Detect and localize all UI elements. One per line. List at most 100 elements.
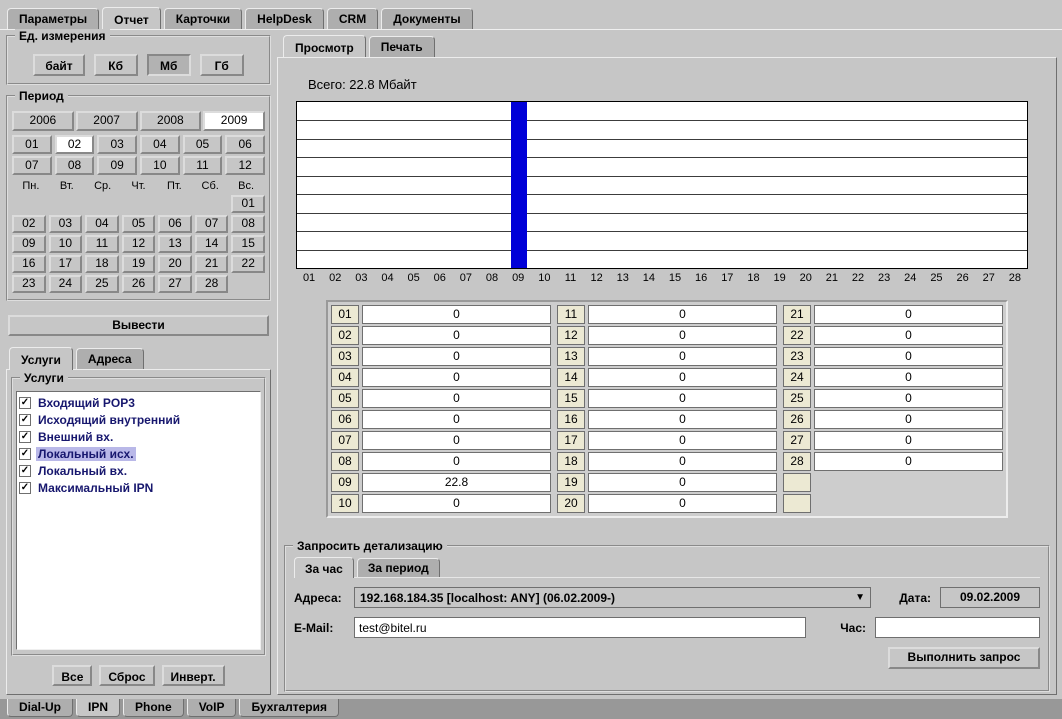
- calendar-day-21[interactable]: 21: [195, 255, 229, 273]
- address-combobox[interactable]: 192.168.184.35 [localhost: ANY] (06.02.2…: [354, 587, 871, 608]
- list-button-0[interactable]: Все: [52, 665, 92, 686]
- top-tab-4[interactable]: CRM: [327, 8, 378, 29]
- service-item-4[interactable]: ✓Локальный вх.: [18, 462, 259, 479]
- table-group: 230: [783, 347, 1003, 366]
- calendar-day-19[interactable]: 19: [122, 255, 156, 273]
- service-item-1[interactable]: ✓Исходящий внутренний: [18, 411, 259, 428]
- calendar-day-26[interactable]: 26: [122, 275, 156, 293]
- filter-tab-0[interactable]: Услуги: [9, 347, 73, 370]
- calendar-day-22[interactable]: 22: [231, 255, 265, 273]
- calendar-day-23[interactable]: 23: [12, 275, 46, 293]
- calendar-day-11[interactable]: 11: [85, 235, 119, 253]
- unit-button-2[interactable]: Мб: [147, 54, 191, 76]
- year-button-2009[interactable]: 2009: [203, 111, 265, 131]
- list-button-1[interactable]: Сброс: [99, 665, 154, 686]
- service-item-5[interactable]: ✓Максимальный IPN: [18, 479, 259, 496]
- unit-button-3[interactable]: Гб: [200, 54, 244, 76]
- execute-button[interactable]: Выполнить запрос: [888, 647, 1040, 669]
- date-field[interactable]: 09.02.2009: [940, 587, 1040, 608]
- table-group: 060: [331, 410, 551, 429]
- hour-cell: 18: [557, 452, 585, 471]
- unit-button-1[interactable]: Кб: [94, 54, 138, 76]
- year-button-2007[interactable]: 2007: [76, 111, 138, 131]
- table-row: 020120220: [331, 326, 1003, 345]
- calendar-day-14[interactable]: 14: [195, 235, 229, 253]
- bottom-tab-2[interactable]: Phone: [123, 699, 184, 717]
- top-tab-0[interactable]: Параметры: [7, 8, 99, 29]
- calendar-day-05[interactable]: 05: [122, 215, 156, 233]
- detail-tab-0[interactable]: За час: [294, 557, 354, 578]
- view-tab-1[interactable]: Печать: [369, 36, 435, 57]
- calendar-day-07[interactable]: 07: [195, 215, 229, 233]
- service-item-2[interactable]: ✓Внешний вх.: [18, 428, 259, 445]
- month-button-06[interactable]: 06: [225, 135, 265, 154]
- calendar-day-17[interactable]: 17: [49, 255, 83, 273]
- output-button[interactable]: Вывести: [8, 315, 269, 336]
- month-button-07[interactable]: 07: [12, 156, 52, 175]
- calendar-day-12[interactable]: 12: [122, 235, 156, 253]
- hour-cell: 02: [331, 326, 359, 345]
- month-button-05[interactable]: 05: [183, 135, 223, 154]
- checkbox-icon[interactable]: ✓: [19, 397, 31, 409]
- checkbox-icon[interactable]: ✓: [19, 482, 31, 494]
- month-button-01[interactable]: 01: [12, 135, 52, 154]
- unit-button-0[interactable]: байт: [33, 54, 84, 76]
- year-button-2006[interactable]: 2006: [12, 111, 74, 131]
- chart-slot-12: [584, 102, 610, 268]
- top-tab-1[interactable]: Отчет: [102, 7, 161, 30]
- month-button-04[interactable]: 04: [140, 135, 180, 154]
- checkbox-icon[interactable]: ✓: [19, 414, 31, 426]
- top-tab-3[interactable]: HelpDesk: [245, 8, 324, 29]
- service-item-0[interactable]: ✓Входящий POP3: [18, 394, 259, 411]
- value-cell: 0: [588, 389, 777, 408]
- month-button-09[interactable]: 09: [97, 156, 137, 175]
- calendar-day-06[interactable]: 06: [158, 215, 192, 233]
- bottom-tab-4[interactable]: Бухгалтерия: [239, 699, 339, 717]
- calendar-day-20[interactable]: 20: [158, 255, 192, 273]
- calendar-day-03[interactable]: 03: [49, 215, 83, 233]
- email-input[interactable]: [354, 617, 806, 638]
- month-button-12[interactable]: 12: [225, 156, 265, 175]
- calendar-day-04[interactable]: 04: [85, 215, 119, 233]
- calendar-day-27[interactable]: 27: [158, 275, 192, 293]
- month-button-03[interactable]: 03: [97, 135, 137, 154]
- calendar-day-13[interactable]: 13: [158, 235, 192, 253]
- calendar-day-25[interactable]: 25: [85, 275, 119, 293]
- services-list[interactable]: ✓Входящий POP3✓Исходящий внутренний✓Внеш…: [16, 391, 261, 650]
- calendar-day-16[interactable]: 16: [12, 255, 46, 273]
- calendar-day-02[interactable]: 02: [12, 215, 46, 233]
- month-button-11[interactable]: 11: [183, 156, 223, 175]
- table-group: 140: [557, 368, 777, 387]
- checkbox-icon[interactable]: ✓: [19, 465, 31, 477]
- calendar-day-09[interactable]: 09: [12, 235, 46, 253]
- month-button-02[interactable]: 02: [55, 135, 95, 154]
- x-tick-label: 01: [296, 272, 322, 284]
- view-tab-0[interactable]: Просмотр: [283, 35, 366, 58]
- bottom-tab-0[interactable]: Dial-Up: [7, 699, 73, 717]
- calendar-day-08[interactable]: 08: [231, 215, 265, 233]
- detail-tab-1[interactable]: За период: [357, 558, 440, 577]
- calendar-day-10[interactable]: 10: [49, 235, 83, 253]
- year-button-2008[interactable]: 2008: [140, 111, 202, 131]
- value-cell: 0: [362, 326, 551, 345]
- weekday-label: Ср.: [85, 180, 121, 192]
- top-tab-2[interactable]: Карточки: [164, 8, 242, 29]
- list-button-2[interactable]: Инверт.: [162, 665, 225, 686]
- calendar-day-15[interactable]: 15: [231, 235, 265, 253]
- checkbox-icon[interactable]: ✓: [19, 448, 31, 460]
- table-group: 210: [783, 305, 1003, 324]
- month-button-10[interactable]: 10: [140, 156, 180, 175]
- calendar-day-01[interactable]: 01: [231, 195, 265, 213]
- hour-input[interactable]: [875, 617, 1040, 638]
- bottom-tab-1[interactable]: IPN: [76, 699, 120, 717]
- calendar-day-18[interactable]: 18: [85, 255, 119, 273]
- checkbox-icon[interactable]: ✓: [19, 431, 31, 443]
- table-row: 040140240: [331, 368, 1003, 387]
- service-item-3[interactable]: ✓Локальный исх.: [18, 445, 259, 462]
- month-button-08[interactable]: 08: [55, 156, 95, 175]
- bottom-tab-3[interactable]: VoIP: [187, 699, 237, 717]
- top-tab-5[interactable]: Документы: [381, 8, 472, 29]
- filter-tab-1[interactable]: Адреса: [76, 348, 144, 369]
- calendar-day-24[interactable]: 24: [49, 275, 83, 293]
- calendar-day-28[interactable]: 28: [195, 275, 229, 293]
